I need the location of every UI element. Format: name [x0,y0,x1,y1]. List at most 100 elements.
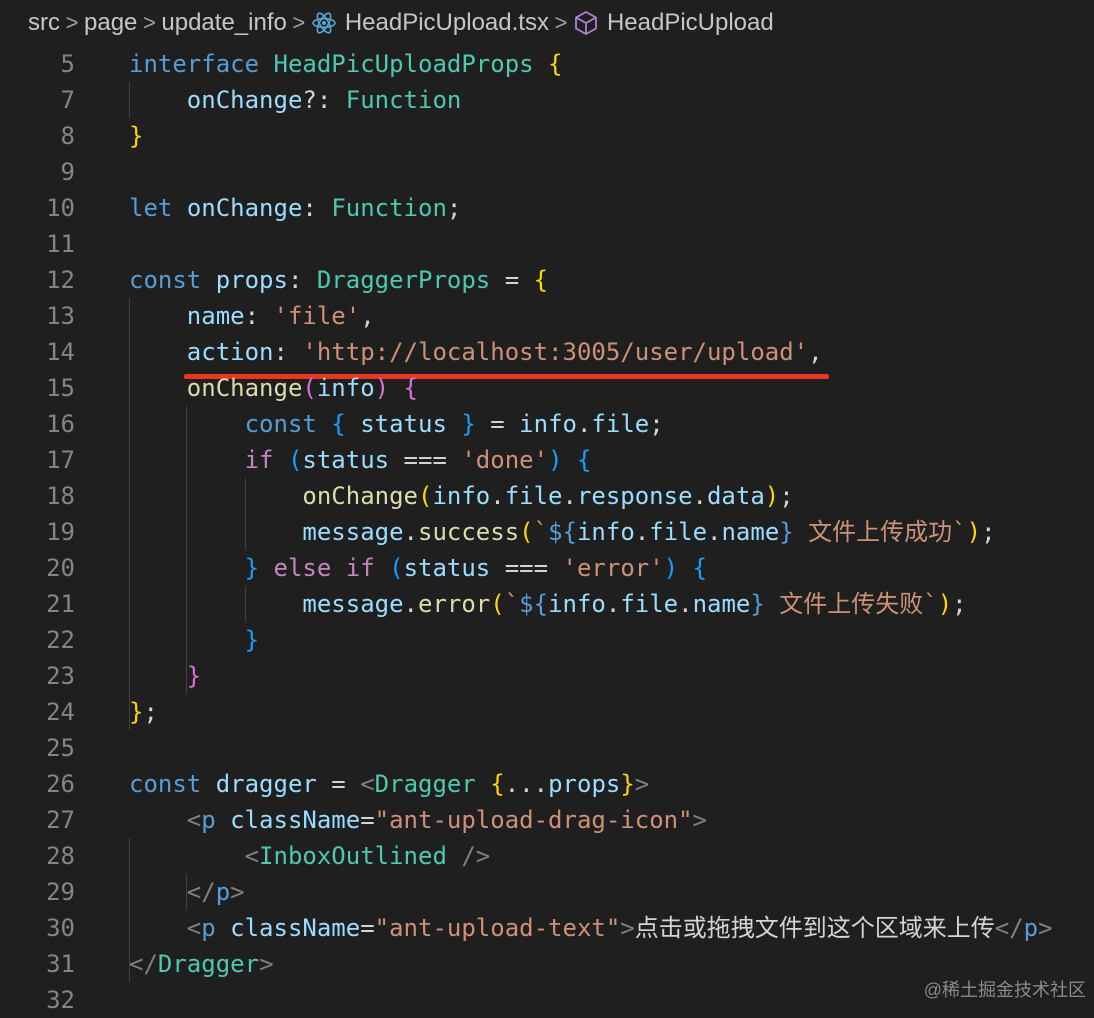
code-token: status [403,554,491,582]
code-token: : [302,194,332,222]
code-token: { [331,410,346,438]
line-number: 7 [60,86,75,114]
code-text: let onChange: Function; [129,190,461,226]
code-line[interactable]: 16 const { status } = info. file; [0,406,1094,442]
code-text: const dragger = < Dragger {... props} > [129,766,649,802]
code-line[interactable]: 26 const dragger = < Dragger {... props} > [0,766,1094,802]
code-token: { [576,446,592,474]
code-token: . [678,590,693,618]
code-token: < [360,770,375,798]
code-token: </ [129,950,158,978]
code-token: name [721,518,780,546]
chevron-right-icon: > [142,10,156,35]
code-token: 'error' [562,554,664,582]
code-token: ) [764,482,780,510]
code-token: } [129,698,144,726]
line-number: 12 [46,266,75,294]
code-line[interactable]: 9 [0,154,1094,190]
breadcrumb-item-update-info[interactable]: update_info [161,9,286,37]
code-token: const [129,266,202,294]
code-text: action: 'http://localhost:3005/user/uplo… [129,334,823,370]
indent-guide [245,478,246,550]
watermark: @稀土掘金技术社区 [923,980,1086,1000]
line-number: 13 [46,302,75,330]
code-token: < [244,842,260,870]
code-line[interactable]: 17 if (status === 'done') { [0,442,1094,478]
code-line[interactable]: 25 [0,730,1094,766]
code-token: , [808,338,823,366]
code-line[interactable]: 19 message. success(` ${info. file. name} 文件… [0,514,1094,550]
code-token: . [634,518,650,546]
code-line[interactable]: 23 } [0,658,1094,694]
line-number: 9 [60,158,75,186]
code-token: onChange [186,86,303,114]
indent-guide [129,82,130,118]
code-line[interactable]: 27 < p className = "ant-upload-drag-icon" > [0,802,1094,838]
code-line[interactable]: 8} [0,118,1094,154]
code-token: ) [663,554,679,582]
code-token: info [519,410,577,438]
code-line[interactable]: 20 } else if (status === 'error') { [0,550,1094,586]
code-token: 'done' [461,446,549,474]
code-token: ; [981,518,996,546]
code-token: 文件上传失败` [764,590,938,618]
code-line[interactable]: 24}; [0,694,1094,730]
code-line[interactable]: 29 </p > [0,874,1094,910]
code-line[interactable]: 12 const props: DraggerProps = { [0,262,1094,298]
line-number: 32 [46,986,75,1014]
code-line[interactable]: 10 let onChange: Function; [0,190,1094,226]
code-token: Function [331,194,447,222]
code-token: "ant-upload-text" [374,914,621,942]
code-token: = [316,770,361,798]
code-token: success [418,518,520,546]
code-text: onChange(info. file. response. data); [129,478,793,514]
indent-guide [245,586,246,622]
breadcrumb-item-src[interactable]: src [28,9,60,37]
line-number: 14 [46,338,75,366]
code-text: } [129,118,143,154]
code-text: < InboxOutlined /> [129,838,491,874]
code-line[interactable]: 18 onChange(info. file. response. data); [0,478,1094,514]
code-text: message. success(` ${info. file. name} 文件上传成… [129,514,996,550]
breadcrumb: src > page > update_info > HeadPicUpload… [0,0,1094,46]
code-line[interactable]: 7 onChange?: Function [0,82,1094,118]
code-line[interactable]: 21 message. error(` ${info. file. name} 文件上传… [0,586,1094,622]
code-editor[interactable]: 5 interface HeadPicUploadProps {7 onChang… [0,46,1094,1014]
code-token: . [576,410,592,438]
code-line[interactable]: 15 onChange(info) { [0,370,1094,406]
code-token: Dragger [374,770,476,798]
code-token: ) [937,590,953,618]
line-number: 15 [46,374,75,402]
code-token: ; [143,698,158,726]
breadcrumb-item-page[interactable]: page [84,9,137,37]
code-line[interactable]: 28 < InboxOutlined /> [0,838,1094,874]
line-number: 28 [46,842,75,870]
code-line[interactable]: 30 < p className = "ant-upload-text" > 点击或拖拽文… [0,910,1094,946]
code-line[interactable]: 22 } [0,622,1094,658]
code-line[interactable]: 13 name: 'file', [0,298,1094,334]
react-icon [311,10,337,36]
code-line[interactable]: 11 [0,226,1094,262]
breadcrumb-item-symbol[interactable]: HeadPicUpload [607,9,774,37]
code-token: interface [129,50,260,78]
code-line[interactable]: 5 interface HeadPicUploadProps { [0,46,1094,82]
code-text: } [129,622,259,658]
code-token: . [707,518,722,546]
code-token: { [692,554,708,582]
code-token: . [403,590,418,618]
breadcrumb-item-file[interactable]: HeadPicUpload.tsx [345,9,549,37]
code-line[interactable]: 14 action: 'http://localhost:3005/user/u… [0,334,1094,370]
code-token: { [490,770,505,798]
